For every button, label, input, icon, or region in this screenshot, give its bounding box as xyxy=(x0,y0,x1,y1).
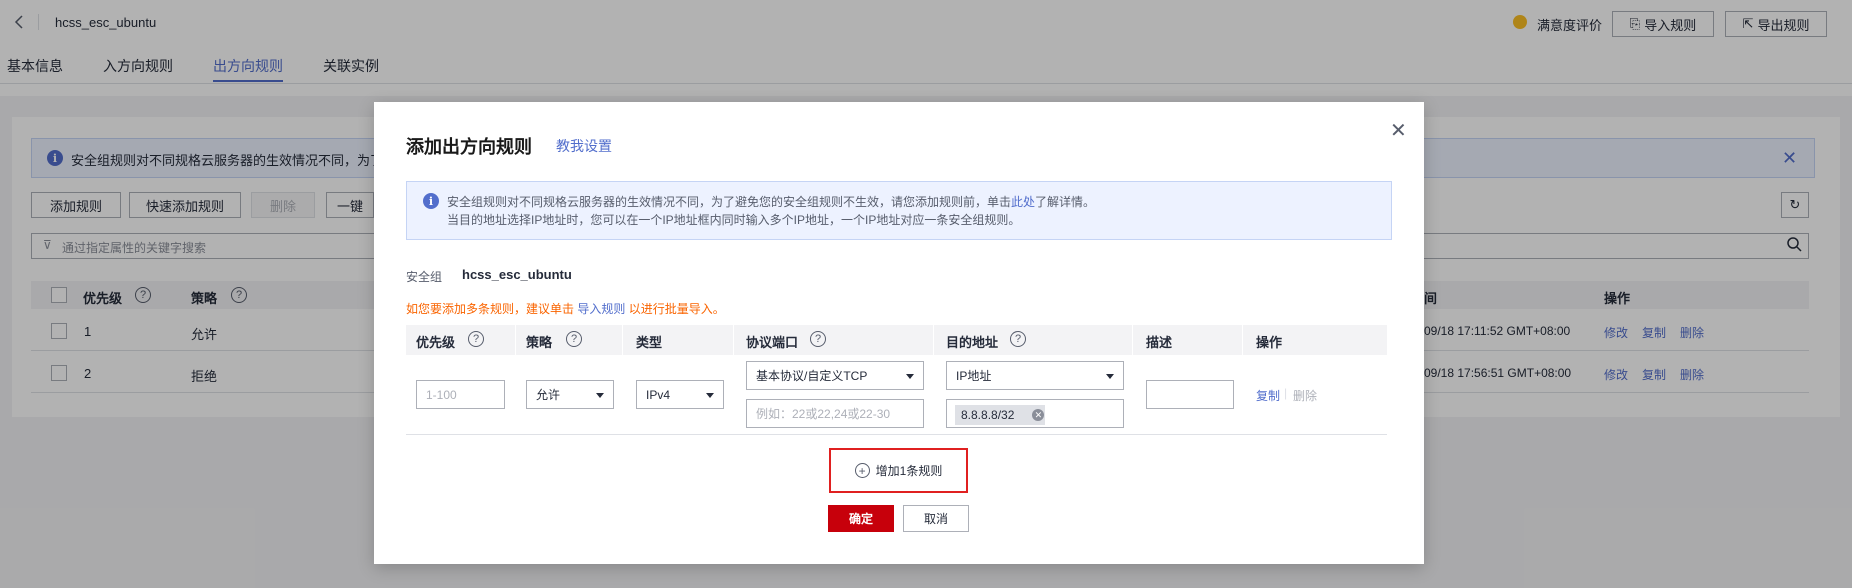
dialog-col-policy: 策略 xyxy=(526,335,553,350)
help-icon[interactable]: ? xyxy=(566,331,582,347)
chevron-down-icon xyxy=(706,392,714,398)
policy-select[interactable]: 允许 xyxy=(526,380,614,409)
chevron-down-icon xyxy=(1106,373,1114,379)
help-icon[interactable]: ? xyxy=(810,331,826,347)
header-divider xyxy=(1132,325,1133,355)
help-icon[interactable]: ? xyxy=(468,331,484,347)
protocol-select[interactable]: 基本协议/自定义TCP xyxy=(746,361,924,390)
import-rules-link[interactable]: 导入规则 xyxy=(577,302,625,316)
dialog-col-operations: 操作 xyxy=(1256,335,1283,350)
destination-type-select[interactable]: IP地址 xyxy=(946,361,1124,390)
ip-tag: 8.8.8.8/32 ✕ xyxy=(955,405,1045,425)
copy-rule-link[interactable]: 复制 xyxy=(1256,387,1280,404)
dialog-title: 添加出方向规则 xyxy=(406,137,532,157)
priority-input[interactable]: 1-100 xyxy=(416,380,505,409)
dialog-table-header xyxy=(406,325,1387,355)
bulk-import-tip: 如您要添加多条规则，建议单击 导入规则 以进行批量导入。 xyxy=(406,302,725,316)
details-link[interactable]: 此处 xyxy=(1011,195,1035,209)
info-line-1: 安全组规则对不同规格云服务器的生效情况不同，为了避免您的安全组规则不生效，请您添… xyxy=(447,195,1096,209)
add-one-rule-button[interactable]: + 增加1条规则 xyxy=(829,448,968,493)
delete-rule-link[interactable]: 删除 xyxy=(1293,387,1317,404)
header-divider xyxy=(515,325,516,355)
separator: | xyxy=(1284,386,1288,400)
security-group-label: 安全组 xyxy=(406,270,443,284)
help-icon[interactable]: ? xyxy=(1010,331,1026,347)
header-divider xyxy=(1242,325,1243,355)
teach-me-link[interactable]: 教我设置 xyxy=(556,136,612,156)
header-divider xyxy=(733,325,734,355)
info-icon: i xyxy=(423,193,439,209)
type-select[interactable]: IPv4 xyxy=(636,380,724,409)
description-input[interactable] xyxy=(1146,380,1234,409)
header-divider xyxy=(933,325,934,355)
dialog-col-destination: 目的地址 xyxy=(946,335,999,350)
chevron-down-icon xyxy=(906,373,914,379)
info-line-2: 当目的地址选择IP地址时，您可以在一个IP地址框内同时输入多个IP地址，一个IP… xyxy=(447,213,1021,227)
security-group-value: hcss_esc_ubuntu xyxy=(462,267,572,282)
header-divider xyxy=(622,325,623,355)
row-divider xyxy=(406,434,1387,435)
dialog-col-port: 协议端口 xyxy=(746,335,799,350)
confirm-button[interactable]: 确定 xyxy=(828,505,894,532)
dialog-col-type: 类型 xyxy=(636,335,663,350)
chevron-down-icon xyxy=(596,392,604,398)
plus-circle-icon: + xyxy=(854,463,870,478)
cancel-button[interactable]: 取消 xyxy=(903,505,969,532)
port-input[interactable]: 例如：22或22,24或22-30 xyxy=(746,399,924,428)
close-icon[interactable]: ✕ xyxy=(1390,118,1407,143)
dialog-col-description: 描述 xyxy=(1146,335,1173,350)
dialog-col-priority: 优先级 xyxy=(416,335,456,350)
remove-tag-icon[interactable]: ✕ xyxy=(1032,409,1045,421)
